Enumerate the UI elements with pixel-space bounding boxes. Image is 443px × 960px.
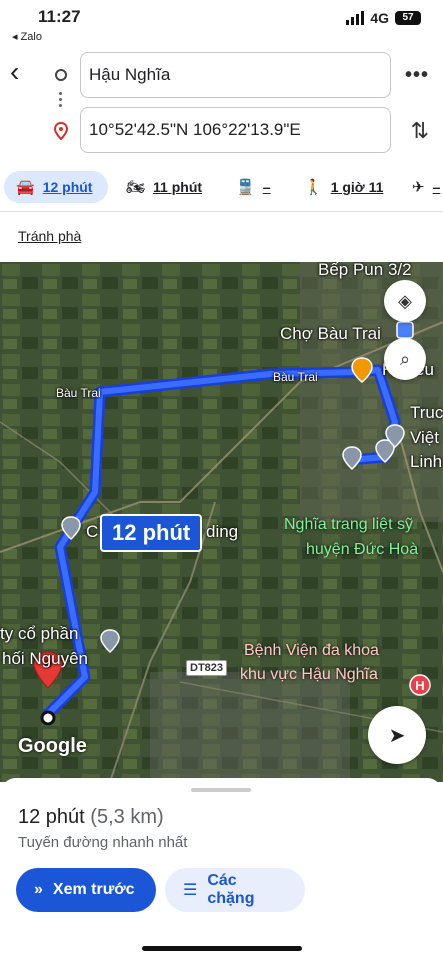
tab-flight[interactable]: ✈ – (412, 171, 440, 203)
map-label-linh: Linh (410, 452, 443, 471)
network-type: 4G (370, 10, 389, 26)
route-time-bubble[interactable]: 12 phút (100, 514, 203, 552)
road-number-badge: DT823 (186, 660, 228, 676)
route-duration: 12 phút (5,3 km) (18, 806, 164, 829)
destination-circle-icon (40, 710, 56, 726)
car-icon: 🚘 (16, 179, 35, 196)
duration-value: 12 phút (18, 806, 85, 828)
search-icon: ⌕ (399, 348, 411, 369)
walk-icon: 🚶 (304, 179, 323, 196)
list-icon: ☰ (183, 882, 198, 899)
search-along-route-button[interactable]: ⌕ (384, 338, 426, 380)
divider (0, 211, 443, 212)
svg-text:H: H (415, 678, 424, 693)
map-label-cong-ty: ty cổ phần (0, 624, 79, 643)
destination-field[interactable]: 10°52'42.5"N 106°22'13.9"E (80, 107, 391, 153)
tab-transit[interactable]: 🚆 – (236, 171, 270, 203)
motorbike-icon: 🏍 (126, 179, 146, 196)
route-summary-sheet: 12 phút (5,3 km) Tuyến đường nhanh nhất … (0, 778, 443, 960)
map-label-bep-pun: Bếp Pun 3/2 (318, 262, 412, 279)
map-label-benh-vien: Bệnh Viện đa khoa (244, 642, 379, 659)
map-label-huyen-duc-hoa: huyện Đức Hoà (306, 541, 419, 558)
route-header: ‹ Hậu Nghĩa 10°52'42.5"N 106°22'13.9"E •… (0, 46, 443, 161)
steps-button-label: Các chặng (207, 872, 255, 907)
flight-icon: ✈ (412, 179, 425, 196)
map-label-viet: Việt (410, 428, 439, 447)
back-to-app-link[interactable]: ◂ Zalo (12, 30, 42, 43)
layers-button[interactable]: ◈ (384, 280, 426, 322)
origin-circle-icon (55, 69, 67, 81)
map-label-cho-bau-trai: Chợ Bàu Trai (280, 324, 381, 343)
preview-button-label: Xem trước (52, 881, 135, 898)
home-indicator[interactable] (142, 946, 302, 951)
steps-button[interactable]: ☰ Các chặng (165, 868, 305, 912)
clock: 11:27 (38, 7, 81, 26)
tab-walk[interactable]: 🚶 1 giờ 11 (304, 171, 383, 203)
map-label-building: ding (206, 522, 239, 541)
more-options-icon[interactable]: ••• (405, 64, 429, 87)
sheet-drag-handle[interactable] (191, 788, 251, 792)
tab-car-label: 12 phút (42, 179, 93, 195)
tab-car[interactable]: 🚘 12 phút (4, 171, 108, 203)
map-label-bau-trai-left: Bàu Trai (56, 386, 101, 400)
status-bar: 11:27 ◂ Zalo 4G 57 (0, 0, 443, 46)
preview-button[interactable]: » Xem trước (16, 868, 156, 912)
navigation-arrow-icon: ➤ (388, 724, 406, 747)
system-indicators: 4G 57 (346, 10, 421, 26)
map-label-bau-trai-right: Bàu Trai (273, 370, 318, 384)
signal-icon (346, 11, 365, 25)
shop-marker-icon (396, 321, 414, 339)
origin-field[interactable]: Hậu Nghĩa (80, 52, 391, 98)
tab-flight-label: – (432, 179, 441, 195)
distance-value: (5,3 km) (90, 806, 164, 828)
google-logo: Google (18, 735, 87, 757)
tab-walk-label: 1 giờ 11 (330, 179, 384, 195)
transit-icon: 🚆 (236, 179, 255, 196)
map-label-c: C (86, 522, 99, 541)
route-dots-icon (59, 92, 63, 110)
map-label-noi-nguyen: hối Nguyên (2, 649, 89, 668)
map-view[interactable]: H Bếp Pun 3/2 Chợ Bàu Trai Bàu Trai Bàu … (0, 262, 443, 782)
destination-pin-icon (54, 122, 68, 140)
tab-motorbike[interactable]: 🏍 11 phút (126, 171, 202, 203)
tab-transit-label: – (262, 179, 271, 195)
map-label-khu-vuc: khu vực Hậu Nghĩa (240, 666, 378, 683)
map-label-nghia-trang: Nghĩa trang liệt sỹ (284, 516, 413, 533)
swap-icon[interactable]: ⇅ (411, 118, 429, 144)
double-chevron-icon: » (34, 881, 43, 898)
avoid-ferries-option[interactable]: Tránh phà (18, 228, 81, 244)
start-navigation-button[interactable]: ➤ (368, 706, 426, 764)
layers-icon: ◈ (398, 290, 412, 311)
route-description: Tuyến đường nhanh nhất (18, 834, 188, 851)
tab-motorbike-label: 11 phút (153, 179, 203, 195)
battery-icon: 57 (395, 11, 421, 25)
map-label-truong: Truc (410, 403, 443, 422)
back-arrow-icon[interactable]: ‹ (10, 58, 40, 88)
travel-mode-tabs: 🚘 12 phút 🏍 11 phút 🚆 – 🚶 1 giờ 11 ✈ – (0, 166, 443, 208)
